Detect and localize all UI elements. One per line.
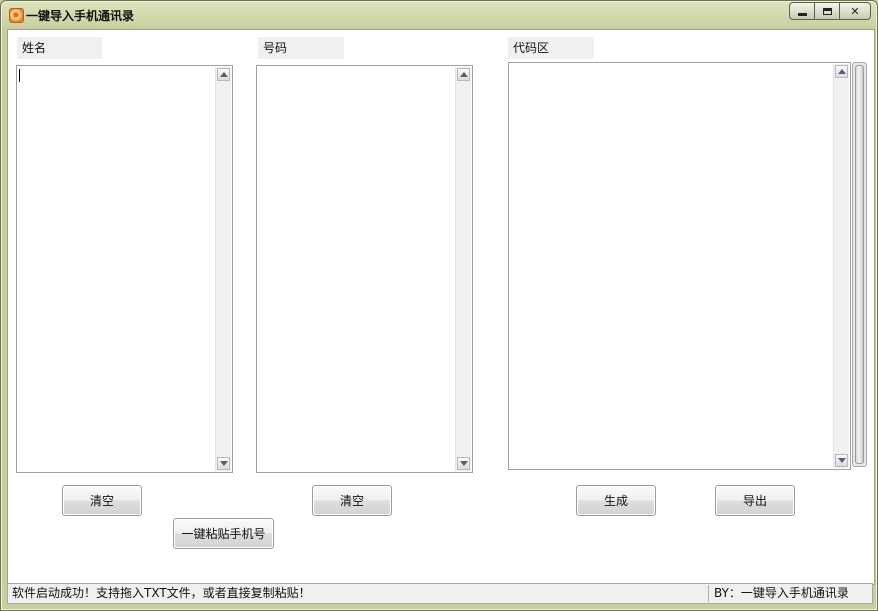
generate-button[interactable]: 生成 — [576, 485, 656, 516]
maximize-button[interactable] — [815, 2, 840, 20]
number-scrollbar[interactable] — [455, 67, 471, 471]
status-message: 软件启动成功！支持拖入TXT文件，或者直接复制粘贴！ — [12, 586, 311, 600]
name-label: 姓名 — [17, 37, 102, 59]
code-scrollbar[interactable] — [833, 64, 849, 468]
number-textarea[interactable] — [256, 65, 473, 473]
title-bar[interactable]: 一键导入手机通讯录 ✕ — [1, 1, 877, 29]
scroll-down-button[interactable] — [217, 457, 230, 470]
code-area-outer-scrollbar[interactable] — [852, 62, 867, 467]
scroll-up-button[interactable] — [457, 68, 470, 81]
client-area: 姓名 号码 代码区 清空 一键粘贴手机号 清空 生成 导出 — [7, 29, 875, 585]
maximize-icon — [822, 7, 832, 15]
number-label: 号码 — [258, 37, 344, 59]
close-icon: ✕ — [850, 4, 860, 18]
name-scrollbar[interactable] — [215, 67, 231, 471]
clear-name-button[interactable]: 清空 — [62, 485, 142, 516]
name-textarea[interactable] — [16, 65, 233, 473]
scroll-down-button[interactable] — [835, 454, 848, 467]
scroll-down-icon — [837, 458, 846, 463]
minimize-icon — [797, 12, 807, 16]
scrollbar-thumb[interactable] — [855, 65, 864, 464]
scroll-up-icon — [219, 72, 228, 77]
text-caret — [19, 69, 20, 82]
scroll-down-icon — [459, 461, 468, 466]
scroll-up-icon — [459, 72, 468, 77]
code-area-label: 代码区 — [508, 37, 594, 59]
window-controls: ✕ — [789, 2, 871, 20]
app-icon — [9, 8, 24, 23]
export-button[interactable]: 导出 — [715, 485, 795, 516]
minimize-button[interactable] — [789, 2, 815, 20]
app-window: 一键导入手机通讯录 ✕ 姓名 号码 代码区 清空 一键粘贴手机号 清空 生成 导… — [0, 0, 878, 611]
scroll-up-button[interactable] — [217, 68, 230, 81]
status-credit: BY：一键导入手机通讯录 — [714, 586, 849, 600]
scroll-down-button[interactable] — [457, 457, 470, 470]
scroll-down-icon — [219, 461, 228, 466]
status-divider — [708, 585, 709, 602]
scroll-up-icon — [837, 69, 846, 74]
window-title: 一键导入手机通讯录 — [26, 9, 135, 23]
status-bar: 软件启动成功！支持拖入TXT文件，或者直接复制粘贴！ BY：一键导入手机通讯录 — [7, 583, 873, 604]
scroll-up-button[interactable] — [835, 65, 848, 78]
close-button[interactable]: ✕ — [840, 2, 871, 20]
paste-numbers-button[interactable]: 一键粘贴手机号 — [173, 518, 274, 549]
code-textarea[interactable] — [508, 62, 851, 470]
clear-number-button[interactable]: 清空 — [312, 485, 392, 516]
